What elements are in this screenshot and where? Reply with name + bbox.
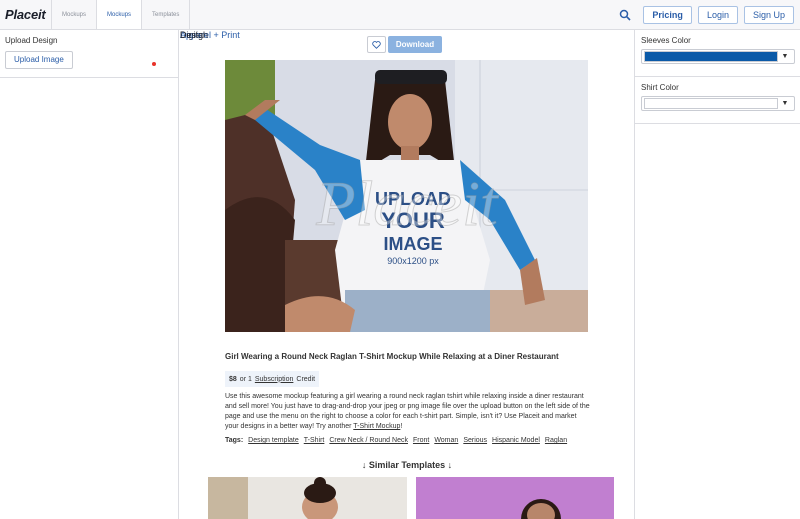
signup-button[interactable]: Sign Up [743, 5, 794, 24]
placeit-logo[interactable]: Placeit [0, 0, 52, 29]
chevron-down-icon: ▼ [781, 53, 789, 60]
tab-apparel-print-mockups[interactable]: Apparel + Print Mockups [97, 0, 240, 40]
tag-link[interactable]: T-Shirt [304, 437, 325, 444]
tag-link[interactable]: Crew Neck / Round Neck [329, 437, 408, 444]
tab-design-templates[interactable]: Design Templates [142, 0, 208, 40]
sleeves-color-swatch [644, 51, 778, 62]
similar-template-thumbnail[interactable] [416, 477, 614, 519]
price-value: $8 [229, 375, 237, 383]
tag-link[interactable]: Hispanic Model [492, 437, 540, 444]
chevron-down-icon: ▼ [781, 100, 789, 107]
tag-link[interactable]: Raglan [545, 437, 567, 444]
shirt-color-select[interactable]: ▼ [641, 96, 795, 111]
similar-templates-heading: ↓ Similar Templates ↓ [361, 460, 453, 470]
tags-list: Tags: Design template T-Shirt Crew Neck … [225, 437, 605, 444]
pricing-button[interactable]: Pricing [643, 5, 692, 24]
tab-apparel-sublabel: Mockups [107, 11, 132, 18]
placeit-watermark: Placeit [315, 168, 499, 239]
cursor-dot [152, 62, 156, 66]
right-panel: Sleeves Color ▼ Shirt Color ▼ [634, 30, 800, 519]
credit-label: Credit [296, 375, 316, 383]
main-content: Download UPLOAD YOUR IMAGE 900x1200 px P… [180, 30, 634, 519]
subscription-link[interactable]: Subscription [255, 376, 294, 383]
upload-image-button[interactable]: Upload Image [5, 50, 73, 69]
favorite-button[interactable] [367, 36, 386, 53]
header-actions: Pricing Login Sign Up [617, 0, 800, 29]
tab-digital-mockups[interactable]: Digital Mockups [52, 0, 205, 40]
tab-digital-sublabel: Mockups [62, 11, 87, 18]
shirt-color-swatch [644, 98, 778, 109]
upload-design-section: Upload Design Upload Image [0, 30, 178, 78]
description-end: ! [400, 423, 403, 430]
shirt-color-section: Shirt Color ▼ [635, 77, 800, 124]
tag-link[interactable]: Woman [434, 437, 458, 444]
description-text: Use this awesome mockup featuring a girl… [225, 393, 590, 430]
tab-design-sublabel: Templates [152, 11, 180, 18]
tag-link[interactable]: Design template [248, 437, 299, 444]
mockup-actions: Download [367, 36, 442, 53]
sleeves-color-section: Sleeves Color ▼ [635, 30, 800, 77]
top-navigation-bar: Placeit Digital Mockups Apparel + Print … [0, 0, 800, 40]
search-icon[interactable] [617, 7, 633, 23]
heart-icon [372, 40, 381, 49]
tshirt-mockup-link[interactable]: T-Shirt Mockup [353, 423, 400, 430]
tag-link[interactable]: Serious [463, 437, 487, 444]
mockup-description: Use this awesome mockup featuring a girl… [225, 392, 590, 432]
upload-design-label: Upload Design [5, 36, 58, 45]
price-or: or 1 [239, 375, 252, 383]
price-badge: $8 or 1 Subscription Credit [225, 371, 320, 387]
sleeves-color-select[interactable]: ▼ [641, 49, 795, 64]
mockup-title: Girl Wearing a Round Neck Raglan T-Shirt… [225, 352, 559, 361]
login-button[interactable]: Login [697, 5, 738, 24]
mockup-preview-image: UPLOAD YOUR IMAGE 900x1200 px Placeit [225, 60, 588, 332]
tags-label: Tags: [225, 437, 244, 444]
tag-link[interactable]: Front [413, 437, 429, 444]
sleeves-color-label: Sleeves Color [641, 36, 691, 45]
print-line-4: 900x1200 px [387, 256, 439, 266]
left-panel: Upload Design Upload Image [0, 30, 179, 519]
similar-template-thumbnail[interactable] [208, 477, 407, 519]
download-button[interactable]: Download [388, 36, 442, 53]
shirt-color-label: Shirt Color [641, 83, 679, 92]
